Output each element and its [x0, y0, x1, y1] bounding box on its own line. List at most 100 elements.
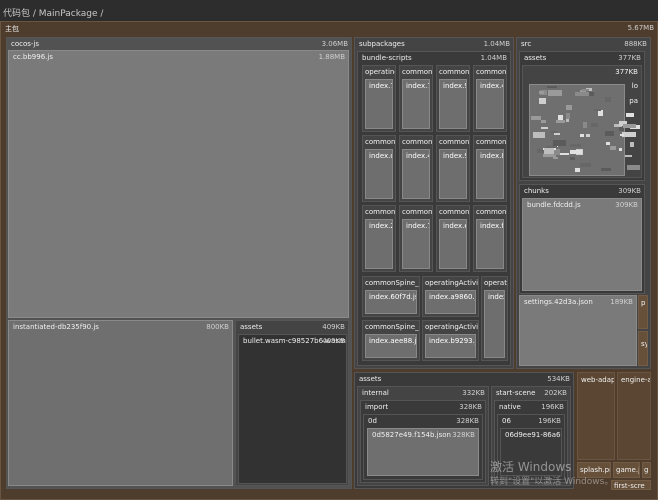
bundle-tile-index[interactable]: index.29 — [365, 219, 393, 269]
node-cc-js[interactable]: cc.bb996.js 1.88MB — [8, 50, 349, 318]
pixel-block — [544, 148, 554, 154]
bundle-tile-index-label: index.d7 — [369, 152, 392, 160]
instantiated-size: 800KB — [206, 323, 229, 331]
bundle-tile[interactable]: commonS index.8f — [473, 135, 507, 202]
bundle-tile[interactable]: commonS index.92 — [436, 135, 470, 202]
node-instantiated-js[interactable]: instantiated-db235f90.js 800KB — [8, 320, 233, 486]
od-json-label: 0d5827e49.f154b.json — [372, 431, 451, 439]
n06-size: 196KB — [538, 417, 561, 425]
bundle-tile[interactable]: commonS index.72 — [399, 205, 433, 272]
internal-label: internal — [362, 389, 389, 397]
src-assets-side-label-1: pa — [629, 97, 638, 105]
src-side-p-label: p — [641, 299, 646, 307]
bundle-wide-tile-index[interactable]: index.a9860.js — [425, 290, 476, 314]
bundle-wide-tile-index[interactable]: index.60f7d.js — [365, 290, 417, 314]
node-first-scene[interactable]: first-scre — [611, 480, 651, 490]
bundle-tile-label: commonS — [402, 138, 433, 146]
cocos-assets-header: assets 409KB — [236, 321, 348, 333]
src-assets-inner-size: 377KB — [615, 68, 638, 76]
subpackages-label: subpackages — [359, 40, 405, 48]
node-0d-json[interactable]: 0d5827e49.f154b.json 328KB — [367, 428, 479, 476]
src-size: 888KB — [624, 40, 647, 48]
bundle-wide-tile-label: commonSpine_sp — [365, 279, 419, 287]
node-game-js[interactable]: game.jsc — [613, 462, 640, 478]
subpackages-header: subpackages 1.04MB — [355, 38, 513, 50]
node-src-side-p[interactable]: p — [638, 295, 648, 329]
bundle-wide-tile-index[interactable]: index.b9293.js — [425, 334, 476, 358]
od-label: 0d — [368, 417, 377, 425]
node-g[interactable]: g — [642, 462, 651, 478]
bundle-tile-index[interactable]: index.73 — [402, 79, 430, 129]
bundle-tile[interactable]: commonS index.f7 — [473, 205, 507, 272]
first-scene-label: first-scre — [614, 482, 645, 490]
bundle-wide-tile[interactable]: operatingActivitie index.a9860.js — [422, 276, 479, 317]
bundle-wide-tile[interactable]: commonSpine_sp index.aee88.js — [362, 320, 420, 361]
pixel-block — [553, 157, 558, 159]
pixel-block — [582, 89, 589, 91]
bundle-tile-label: commonS — [439, 138, 470, 146]
bundle-tile-index[interactable]: index.7e — [365, 79, 393, 129]
bundle-tile-index-label: index.73 — [406, 82, 429, 90]
bundle-wide-tile[interactable]: commonSpine_sp index.60f7d.js — [362, 276, 420, 317]
node-settings-json[interactable]: settings.42d3a.json 189KB — [519, 295, 637, 366]
pixel-block — [559, 153, 569, 155]
src-assets-side-label-2: lo — [631, 82, 638, 90]
bundle-tile-index-label: index.e3 — [443, 222, 466, 230]
bundle-wide-tile-index-label: index.aee88.js — [369, 337, 417, 345]
engine-adapter-label: engine-a — [621, 376, 651, 384]
bundle-wide-tile-index[interactable]: index.aee88.js — [365, 334, 417, 358]
bundle-wide-tile[interactable]: operatin index — [481, 276, 508, 361]
pixel-block — [554, 133, 560, 135]
src-side-sy-label: sy — [641, 340, 647, 348]
bundle-tile-index[interactable]: index.92 — [439, 149, 467, 199]
bundle-tile[interactable]: commonS index.d7 — [362, 135, 396, 202]
bundle-tile-index[interactable]: index.d7 — [365, 149, 393, 199]
bundle-tile[interactable]: commonS index.e3 — [436, 205, 470, 272]
bundle-tile-label: commonS — [476, 208, 507, 216]
splash-label: splash.pn — [580, 466, 611, 474]
instantiated-label: instantiated-db235f90.js — [13, 323, 99, 331]
src-assets-size: 377KB — [618, 54, 641, 62]
bundle-wide-tile-index-label: index.60f7d.js — [369, 293, 417, 301]
assets-header: assets 534KB — [355, 373, 573, 385]
bundle-tile-index[interactable]: index.8f — [476, 149, 504, 199]
bundle-tile-index[interactable]: index.72 — [402, 219, 430, 269]
pixel-block — [606, 142, 610, 145]
node-engine-adapter[interactable]: engine-a — [617, 372, 651, 460]
node-bundle-js[interactable]: bundle.fdcdd.js 309KB — [522, 198, 642, 291]
pixel-block — [622, 132, 636, 137]
pixel-block — [541, 120, 546, 123]
bundle-wide-tile-index[interactable]: index — [484, 290, 505, 358]
bundle-tile[interactable]: commonS index.73 — [399, 65, 433, 132]
node-src-side-sy[interactable]: sy — [638, 331, 648, 366]
main-package-header: 主包 5.67MB — [1, 22, 657, 34]
bundle-tile-index[interactable]: index.e3 — [439, 219, 467, 269]
pixel-block — [591, 123, 598, 127]
bundle-tile[interactable]: commonS index.4e — [473, 65, 507, 132]
bundle-tile[interactable]: commonS index.29 — [362, 205, 396, 272]
bundle-tile-index[interactable]: index.4e — [476, 79, 504, 129]
pixel-block — [551, 131, 557, 133]
od-header: 0d 328KB — [364, 415, 482, 427]
pixel-block — [531, 116, 541, 120]
bundle-tile-index[interactable]: index.f7 — [476, 219, 504, 269]
bundle-scripts-header: bundle-scripts 1.04MB — [358, 52, 510, 64]
bundle-tile-label: operating — [365, 68, 396, 76]
web-adapter-label: web-adapte — [581, 376, 614, 384]
breadcrumb[interactable]: 代码包 / MainPackage / — [0, 0, 658, 20]
node-bullet-wasm[interactable]: bullet.wasm-c98527b6.wasm 409KB — [238, 334, 347, 484]
bundle-tile-label: commonS — [476, 138, 507, 146]
bundle-tile[interactable]: commonS index.93 — [436, 65, 470, 132]
bundle-tile-index[interactable]: index.93 — [439, 79, 467, 129]
bundle-wide-tile[interactable]: operatingActivitie index.b9293.js — [422, 320, 479, 361]
internal-size: 332KB — [462, 389, 485, 397]
bundle-tile-index-label: index.29 — [369, 222, 392, 230]
od-size: 328KB — [456, 417, 479, 425]
bundle-tile-index-label: index.7e — [369, 82, 392, 90]
bundle-tile[interactable]: operating index.7e — [362, 65, 396, 132]
bundle-tile-index[interactable]: index.43 — [402, 149, 430, 199]
start-scene-size: 202KB — [544, 389, 567, 397]
node-web-adapter[interactable]: web-adapte — [577, 372, 615, 460]
bundle-tile[interactable]: commonS index.43 — [399, 135, 433, 202]
pixel-block — [570, 157, 575, 160]
